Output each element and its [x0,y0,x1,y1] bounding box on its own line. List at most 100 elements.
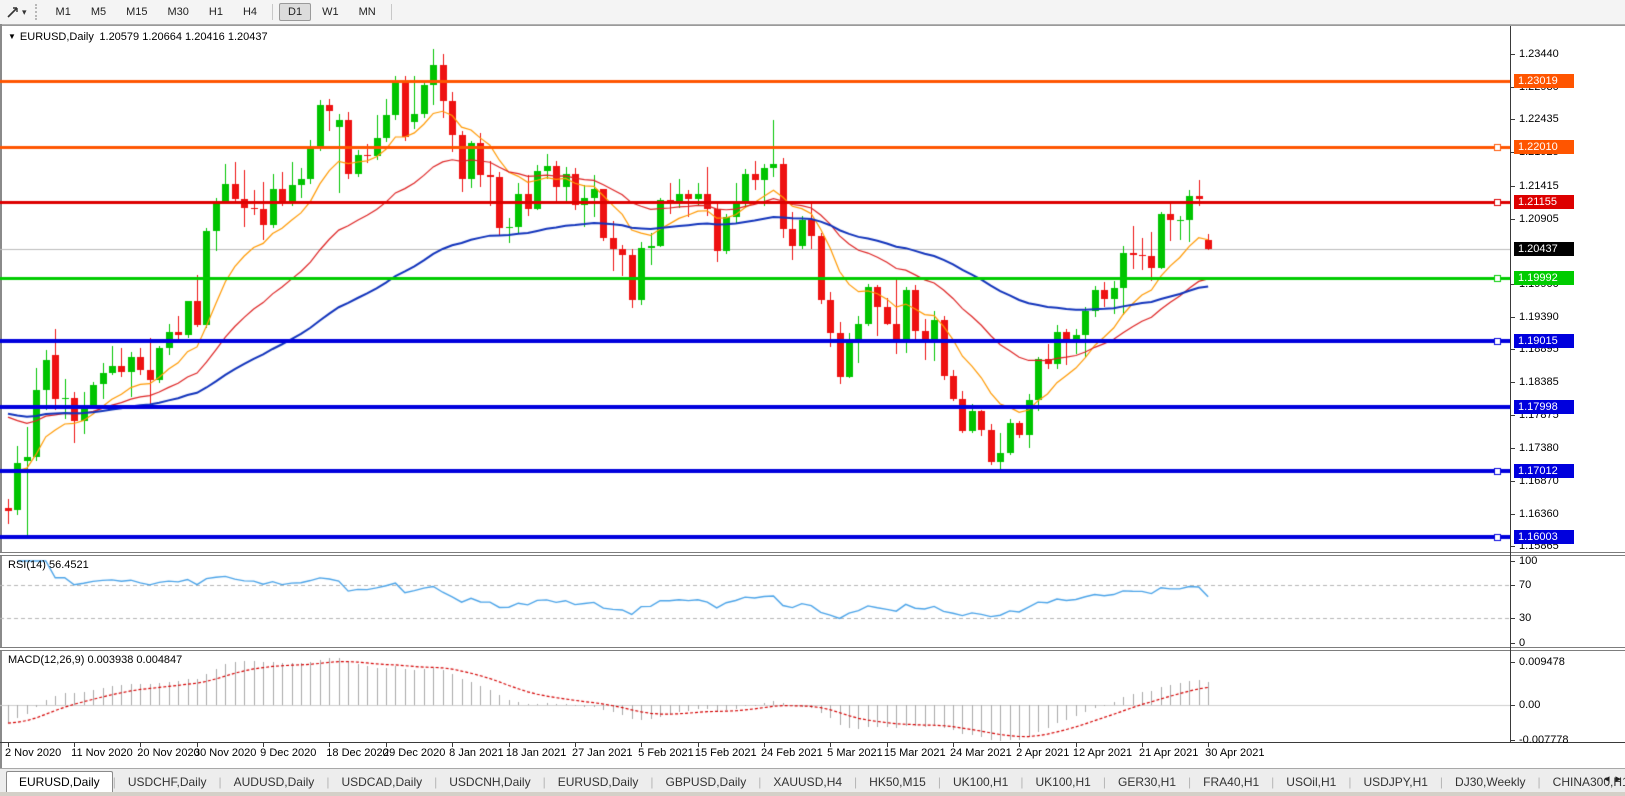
price-level-badge: 1.23019 [1514,74,1574,88]
price-axis-tick [1510,317,1515,318]
date-axis-label: 29 Dec 2020 [383,747,445,759]
rsi-axis-tick [1510,618,1515,619]
chart-tab-eurusd-daily[interactable]: EURUSD,Daily [6,771,113,794]
tab-scroll-buttons: ◂ ▸ [1604,772,1621,785]
price-axis-label: 1.17380 [1519,442,1559,455]
price-chart-canvas[interactable] [0,26,1510,552]
price-axis-tick [1510,119,1515,120]
date-axis-label: 30 Nov 2020 [194,747,256,759]
rsi-axis-tick [1510,561,1515,562]
chart-tab-eurusd-daily[interactable]: EURUSD,Daily [546,772,651,793]
date-axis-label: 24 Mar 2021 [950,747,1012,759]
chart-tab-usdchf-daily[interactable]: USDCHF,Daily [116,772,219,793]
timeframe-toolbar: ▾ M1M5M15M30H1H4 D1W1MN [0,0,1625,25]
macd-axis-tick [1510,662,1515,663]
price-axis-tick [1510,349,1515,350]
price-level-badge: 1.17012 [1514,464,1574,478]
chart-tab-usoil-h1[interactable]: USOil,H1 [1274,772,1348,793]
timeframe-button-mn[interactable]: MN [350,3,385,21]
rsi-header-label: RSI(14) 56.4521 [8,559,89,571]
price-axis-tick [1510,382,1515,383]
rsi-axis-label: 100 [1519,555,1537,568]
rsi-axis-tick [1510,585,1515,586]
timeframe-button-d1[interactable]: D1 [279,3,311,21]
price-level-badge: 1.20437 [1514,242,1574,256]
crosshair-tool-icon [6,5,20,19]
date-axis-label: 5 Feb 2021 [638,747,694,759]
dropdown-arrow-icon: ▾ [22,7,27,18]
price-axis-tick [1510,415,1515,416]
date-axis-label: 8 Jan 2021 [449,747,503,759]
chart-tab-uk100-h1[interactable]: UK100,H1 [941,772,1020,793]
timeframe-button-m1[interactable]: M1 [47,3,80,21]
macd-axis-label: -0.007778 [1519,734,1569,747]
price-level-badge: 1.16003 [1514,530,1574,544]
price-level-badge: 1.22010 [1514,140,1574,154]
date-axis-label: 9 Dec 2020 [260,747,316,759]
chart-tab-fra40-h1[interactable]: FRA40,H1 [1191,772,1271,793]
rsi-axis-label: 0 [1519,637,1525,650]
toolbar-separator [272,4,273,20]
macd-axis-label: 0.00 [1519,699,1540,712]
timeframe-button-w1[interactable]: W1 [313,3,348,21]
tab-scroll-right-icon[interactable]: ▸ [1615,772,1621,785]
macd-axis-label: 0.009478 [1519,656,1565,669]
price-axis-tick [1510,448,1515,449]
chart-tab-audusd-daily[interactable]: AUDUSD,Daily [222,772,327,793]
rsi-axis-tick [1510,643,1515,644]
timeframe-button-m15[interactable]: M15 [117,3,156,21]
chart-tab-usdcnh-daily[interactable]: USDCNH,Daily [437,772,542,793]
macd-indicator-canvas[interactable] [0,651,1510,742]
price-axis-label: 1.20905 [1519,213,1559,226]
date-axis-label: 2 Apr 2021 [1016,747,1069,759]
date-axis-label: 15 Mar 2021 [884,747,946,759]
chart-tab-uk100-h1[interactable]: UK100,H1 [1023,772,1102,793]
timeframe-button-m30[interactable]: M30 [159,3,198,21]
price-axis-tick [1510,54,1515,55]
date-axis-label: 30 Apr 2021 [1205,747,1264,759]
tab-scroll-left-icon[interactable]: ◂ [1604,772,1610,785]
chart-tab-usdjpy-h1[interactable]: USDJPY,H1 [1351,772,1439,793]
price-level-badge: 1.19015 [1514,334,1574,348]
price-level-badge: 1.21155 [1514,195,1574,209]
rsi-axis-label: 70 [1519,579,1531,592]
date-axis-label: 5 Mar 2021 [827,747,883,759]
macd-header-label: MACD(12,26,9) 0.003938 0.004847 [8,654,182,666]
macd-axis-tick [1510,705,1515,706]
price-axis-label: 1.21415 [1519,180,1559,193]
price-axis-border [1510,26,1511,742]
toolbar-grip[interactable] [35,4,40,20]
chart-tab-usdcad-daily[interactable]: USDCAD,Daily [329,772,434,793]
chart-tab-bar: EURUSD,Daily|USDCHF,Daily|AUDUSD,Daily|U… [0,768,1625,793]
date-axis-label: 27 Jan 2021 [572,747,633,759]
date-axis-label: 18 Jan 2021 [506,747,567,759]
date-axis-label: 2 Nov 2020 [5,747,61,759]
chart-tab-xauusd-h4[interactable]: XAUUSD,H4 [761,772,854,793]
date-axis-label: 24 Feb 2021 [761,747,823,759]
chart-tab-ger30-h1[interactable]: GER30,H1 [1106,772,1188,793]
chart-tab-gbpusd-daily[interactable]: GBPUSD,Daily [654,772,759,793]
price-axis-label: 1.16360 [1519,508,1559,521]
timeframe-button-m5[interactable]: M5 [82,3,115,21]
price-axis-tick [1510,546,1515,547]
price-axis-tick [1510,481,1515,482]
timeframe-button-h4[interactable]: H4 [234,3,266,21]
date-axis-label: 20 Nov 2020 [137,747,199,759]
bottom-strip [0,792,1625,796]
price-axis-tick [1510,514,1515,515]
price-axis-label: 1.23440 [1519,48,1559,61]
chart-tab-hk50-m15[interactable]: HK50,M15 [857,772,938,793]
price-level-badge: 1.17998 [1514,400,1574,414]
price-axis-label: 1.19390 [1519,311,1559,324]
timeframe-button-h1[interactable]: H1 [200,3,232,21]
chart-bottom-border [0,742,1625,743]
chart-tab-dj30-weekly[interactable]: DJ30,Weekly [1443,772,1537,793]
price-axis-tick [1510,186,1515,187]
crosshair-tool-button[interactable]: ▾ [0,2,33,22]
price-level-badge: 1.19992 [1514,271,1574,285]
date-axis-label: 18 Dec 2020 [326,747,388,759]
rsi-indicator-canvas[interactable] [0,556,1510,647]
date-axis-label: 11 Nov 2020 [71,747,133,759]
macd-axis-tick [1510,740,1515,741]
date-axis-label: 21 Apr 2021 [1139,747,1198,759]
